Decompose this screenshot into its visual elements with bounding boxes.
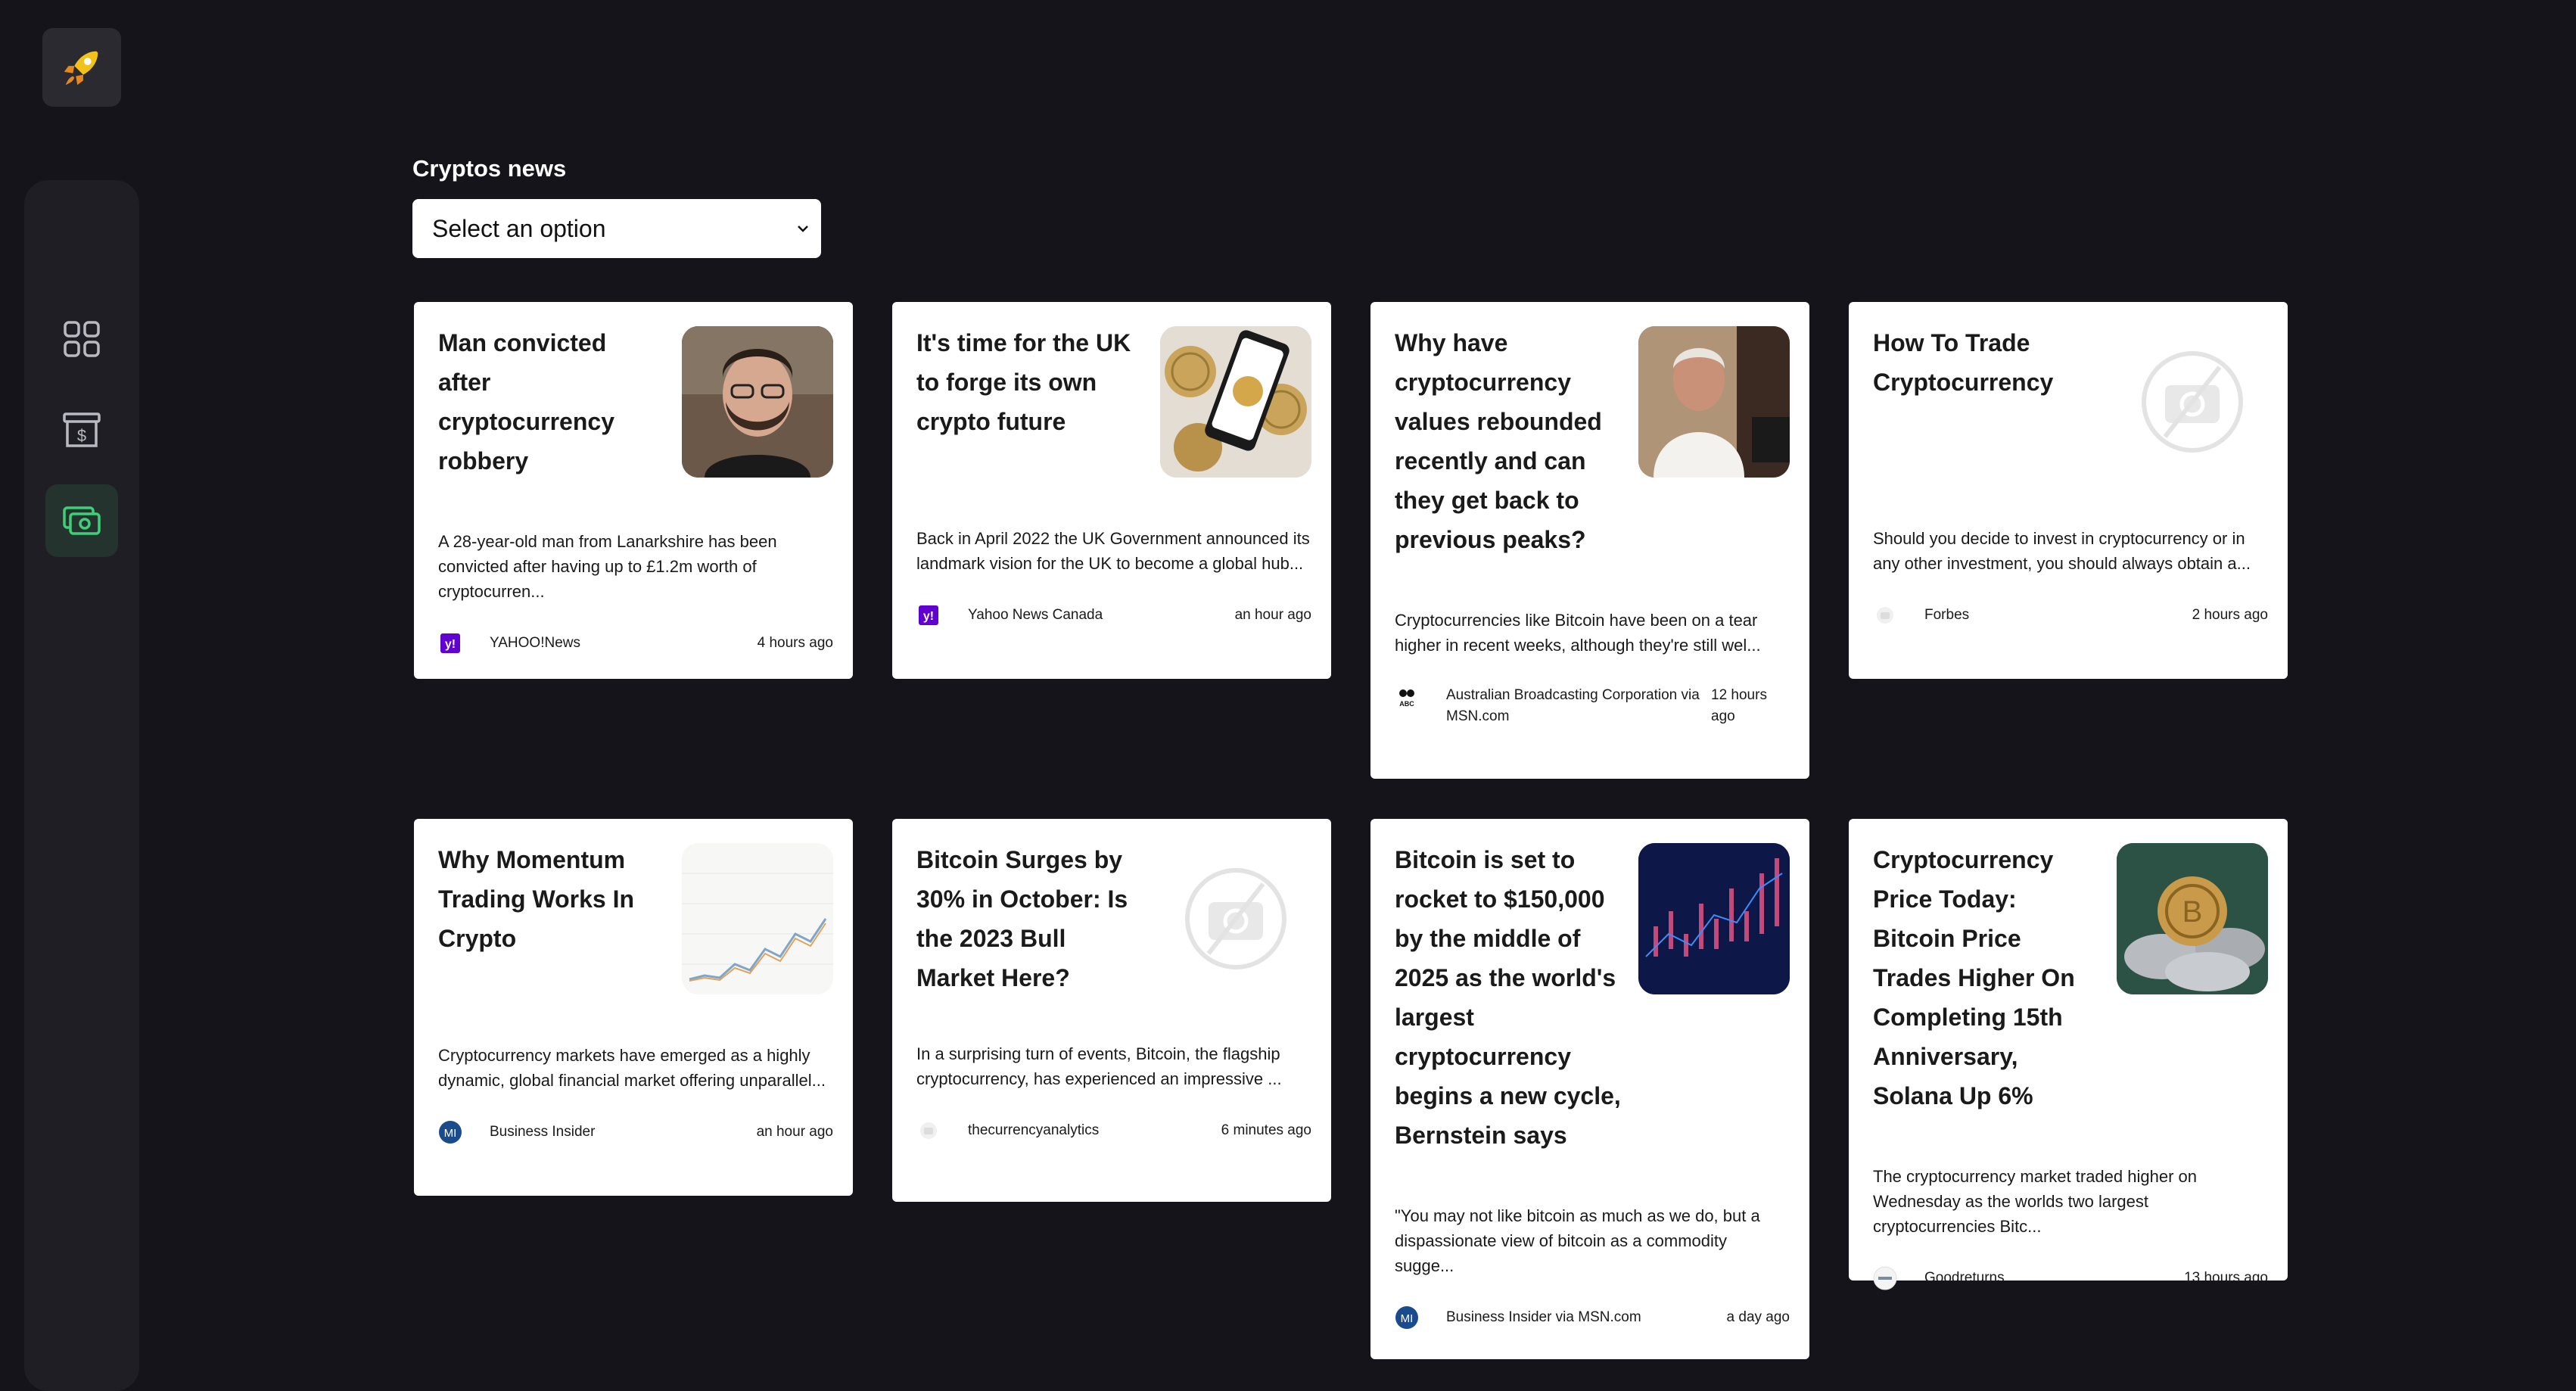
sidebar-item-crypto-news[interactable]: [45, 484, 118, 557]
article-title[interactable]: Why Momentum Trading Works In Crypto: [438, 840, 665, 958]
article-thumbnail: [2117, 326, 2268, 478]
candlestick-chart-image: [1638, 843, 1790, 994]
article-title[interactable]: Man convicted after cryptocurrency robbe…: [438, 323, 665, 481]
article-thumbnail: [1160, 843, 1311, 994]
article-time: an hour ago: [756, 1124, 833, 1140]
article-description: Back in April 2022 the UK Government ann…: [916, 529, 1310, 573]
news-card[interactable]: It's time for the UK to forge its own cr…: [892, 302, 1331, 679]
news-card[interactable]: Why Momentum Trading Works In Crypto Cry…: [414, 819, 853, 1196]
svg-text:MI: MI: [444, 1127, 457, 1140]
price-chart-image: [682, 843, 833, 994]
chevron-down-icon: [798, 226, 808, 232]
article-title[interactable]: Cryptocurrency Price Today: Bitcoin Pric…: [1873, 840, 2100, 1116]
news-card[interactable]: Cryptocurrency Price Today: Bitcoin Pric…: [1849, 819, 2288, 1290]
article-time: 13 hours ago: [2184, 1270, 2268, 1286]
article-title[interactable]: Why have cryptocurrency values rebounded…: [1395, 323, 1622, 559]
article-source: thecurrencyanalytics: [968, 1122, 1100, 1138]
article-source: Business Insider: [490, 1124, 596, 1140]
rocket-icon: [64, 51, 98, 86]
page-title: Cryptos news: [412, 155, 567, 182]
article-thumbnail: [682, 843, 833, 994]
article-thumbnail: [1638, 843, 1790, 994]
article-description: Cryptocurrencies like Bitcoin have been …: [1395, 611, 1761, 655]
currency-analytics-icon: [916, 1119, 941, 1143]
svg-text:$: $: [77, 426, 86, 445]
article-description: The cryptocurrency market traded higher …: [1873, 1167, 2197, 1236]
article-thumbnail: [1160, 326, 1311, 478]
article-time: 4 hours ago: [757, 635, 833, 651]
app-logo[interactable]: [42, 28, 121, 107]
article-thumbnail: B: [2117, 843, 2268, 994]
article-source: Australian Broadcasting Corporation via …: [1446, 687, 1700, 724]
article-thumbnail: [682, 326, 833, 478]
svg-text:B: B: [2182, 895, 2203, 929]
news-card[interactable]: How To Trade Cryptocurrency Should you d…: [1849, 302, 2288, 679]
news-card[interactable]: Man convicted after cryptocurrency robbe…: [414, 302, 853, 679]
article-time: 6 minutes ago: [1221, 1122, 1311, 1138]
article-description: Should you decide to invest in cryptocur…: [1873, 529, 2251, 573]
article-title[interactable]: Bitcoin is set to rocket to $150,000 by …: [1395, 840, 1622, 1155]
no-image-icon: [1185, 868, 1286, 969]
article-description: Cryptocurrency markets have emerged as a…: [438, 1046, 826, 1090]
article-time: a day ago: [1726, 1309, 1790, 1325]
dollar-box-icon: $: [63, 412, 101, 447]
article-time: 12 hours ago: [1711, 687, 1767, 724]
svg-text:y!: y!: [923, 610, 934, 623]
abc-icon: ABC: [1395, 685, 1419, 709]
yahoo-icon: y!: [916, 603, 941, 627]
yahoo-icon: y!: [438, 631, 462, 655]
business-insider-icon: MI: [438, 1120, 462, 1144]
news-card[interactable]: Bitcoin is set to rocket to $150,000 by …: [1370, 819, 1809, 1359]
coin-pile-image: B: [2117, 843, 2268, 994]
article-thumbnail: [1638, 326, 1790, 478]
article-title[interactable]: How To Trade Cryptocurrency: [1873, 323, 2100, 402]
phone-coins-image: [1160, 326, 1311, 478]
goodreturns-icon: [1873, 1266, 1897, 1290]
older-man-image: [1638, 326, 1790, 478]
no-image-icon: [2142, 351, 2243, 453]
article-source: Business Insider via MSN.com: [1446, 1309, 1641, 1325]
svg-text:ABC: ABC: [1399, 700, 1414, 708]
business-insider-icon: MI: [1395, 1305, 1419, 1330]
article-source: Goodreturns: [1924, 1270, 2005, 1286]
money-icon: [63, 506, 101, 535]
sidebar-item-dashboard[interactable]: [45, 303, 118, 375]
sidebar: $: [24, 180, 139, 1391]
article-source: Yahoo News Canada: [968, 607, 1103, 623]
article-source: YAHOO!News: [490, 635, 581, 651]
crypto-select[interactable]: Select an option: [412, 199, 821, 258]
article-description: A 28-year-old man from Lanarkshire has b…: [438, 532, 777, 601]
article-title[interactable]: Bitcoin Surges by 30% in October: Is the…: [916, 840, 1143, 997]
article-description: In a surprising turn of events, Bitcoin,…: [916, 1044, 1282, 1088]
article-time: an hour ago: [1234, 607, 1311, 623]
grid-icon: [64, 321, 100, 357]
select-value: Select an option: [432, 214, 606, 242]
article-title[interactable]: It's time for the UK to forge its own cr…: [916, 323, 1143, 441]
news-card[interactable]: Why have cryptocurrency values rebounded…: [1370, 302, 1809, 779]
man-portrait-image: [682, 326, 833, 478]
news-card[interactable]: Bitcoin Surges by 30% in October: Is the…: [892, 819, 1331, 1202]
article-description: "You may not like bitcoin as much as we …: [1395, 1206, 1760, 1275]
forbes-icon: [1873, 603, 1897, 627]
article-source: Forbes: [1924, 607, 1970, 623]
article-time: 2 hours ago: [2192, 607, 2268, 623]
sidebar-item-finance[interactable]: $: [45, 394, 118, 466]
svg-text:MI: MI: [1401, 1312, 1414, 1325]
svg-text:y!: y!: [445, 638, 456, 651]
